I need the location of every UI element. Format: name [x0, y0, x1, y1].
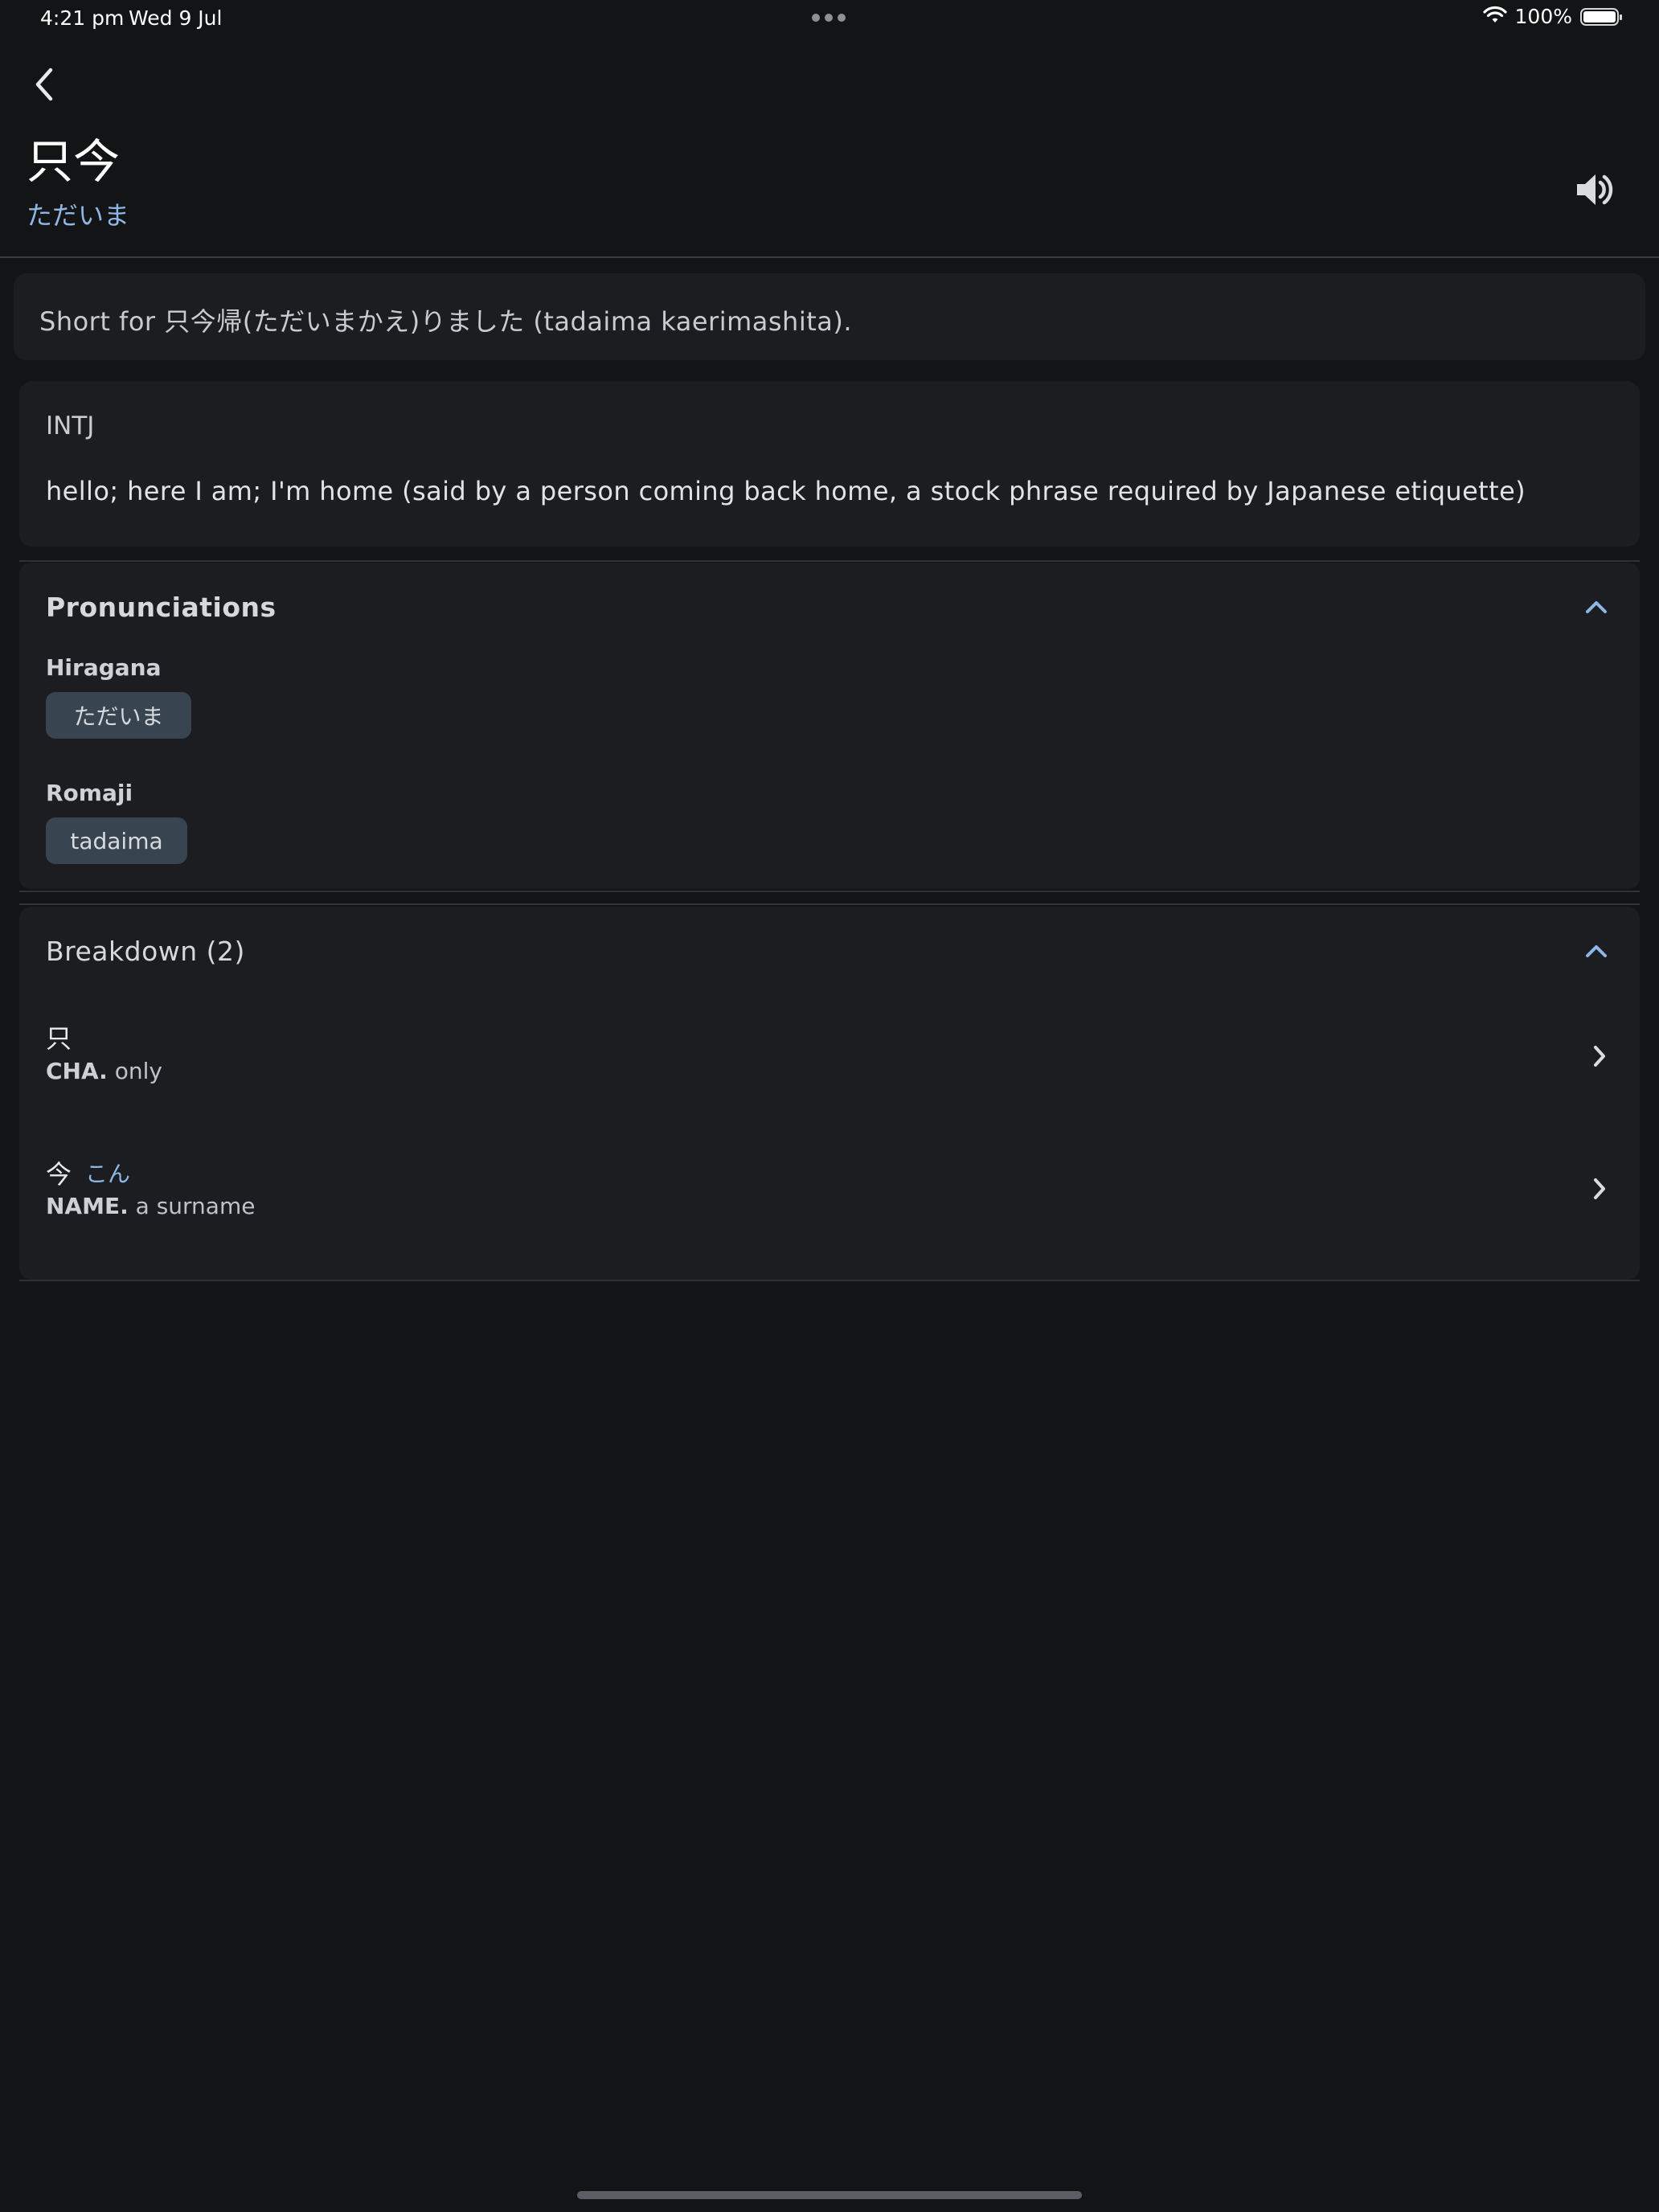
breakdown-kanji: 今: [46, 1159, 72, 1190]
home-indicator[interactable]: [577, 2191, 1082, 2199]
breakdown-section: Breakdown (2) 只 CHA. only 今 こん NAME. a s…: [19, 907, 1640, 1280]
section-divider: [19, 891, 1640, 892]
battery-icon: [1580, 7, 1622, 26]
chevron-up-icon[interactable]: [1580, 591, 1612, 623]
breakdown-item[interactable]: 只 CHA. only: [19, 1011, 1640, 1116]
status-date: Wed 9 Jul: [129, 6, 223, 30]
hiragana-pill[interactable]: ただいま: [46, 692, 191, 739]
breakdown-meaning: NAME. a surname: [46, 1193, 255, 1219]
section-divider: [19, 903, 1640, 905]
usage-note-card: Short for 只今帰(ただいまかえ)りました (tadaima kaeri…: [14, 273, 1645, 360]
sense-card: INTJ hello; here I am; I'm home (said by…: [19, 381, 1640, 547]
breakdown-title: Breakdown (2): [46, 936, 245, 967]
pronunciations-title: Pronunciations: [46, 592, 276, 623]
romaji-pill[interactable]: tadaima: [46, 817, 187, 864]
romaji-label: Romaji: [46, 780, 133, 806]
status-right: 100%: [1482, 5, 1622, 28]
sense-gloss: hello; here I am; I'm home (said by a pe…: [46, 476, 1526, 506]
status-bar: 4:21 pm Wed 9 Jul 100%: [0, 0, 1659, 39]
breakdown-meaning: CHA. only: [46, 1058, 162, 1084]
breakdown-tag: NAME.: [46, 1193, 129, 1219]
back-button[interactable]: [24, 56, 66, 113]
breakdown-gloss: a surname: [135, 1193, 256, 1219]
chevron-up-icon[interactable]: [1580, 935, 1612, 967]
section-divider: [19, 560, 1640, 562]
play-audio-button[interactable]: [1571, 167, 1616, 212]
breakdown-gloss: only: [114, 1058, 162, 1084]
breakdown-reading: こん: [85, 1161, 131, 1187]
breakdown-item[interactable]: 今 こん NAME. a surname: [19, 1145, 1640, 1250]
breakdown-tag: CHA.: [46, 1058, 108, 1084]
speaker-icon: [1577, 174, 1613, 205]
multitasking-dots-icon[interactable]: [812, 14, 846, 22]
section-divider: [19, 1280, 1640, 1281]
usage-note-text: Short for 只今帰(ただいまかえ)りました (tadaima kaeri…: [39, 306, 853, 337]
wifi-icon: [1482, 6, 1507, 28]
word-title: 只今: [27, 134, 121, 189]
word-reading: ただいま: [27, 200, 130, 231]
chevron-right-icon: [1583, 1173, 1616, 1205]
part-of-speech: INTJ: [46, 412, 95, 440]
status-time: 4:21 pm: [40, 6, 125, 30]
back-chevron-icon: [35, 68, 53, 101]
pronunciations-section: Pronunciations Hiragana ただいま Romaji tada…: [19, 563, 1640, 889]
hiragana-label: Hiragana: [46, 654, 162, 681]
header-divider: [0, 256, 1659, 258]
battery-percentage: 100%: [1514, 5, 1572, 28]
chevron-right-icon: [1583, 1040, 1616, 1072]
breakdown-kanji: 只: [46, 1023, 72, 1054]
